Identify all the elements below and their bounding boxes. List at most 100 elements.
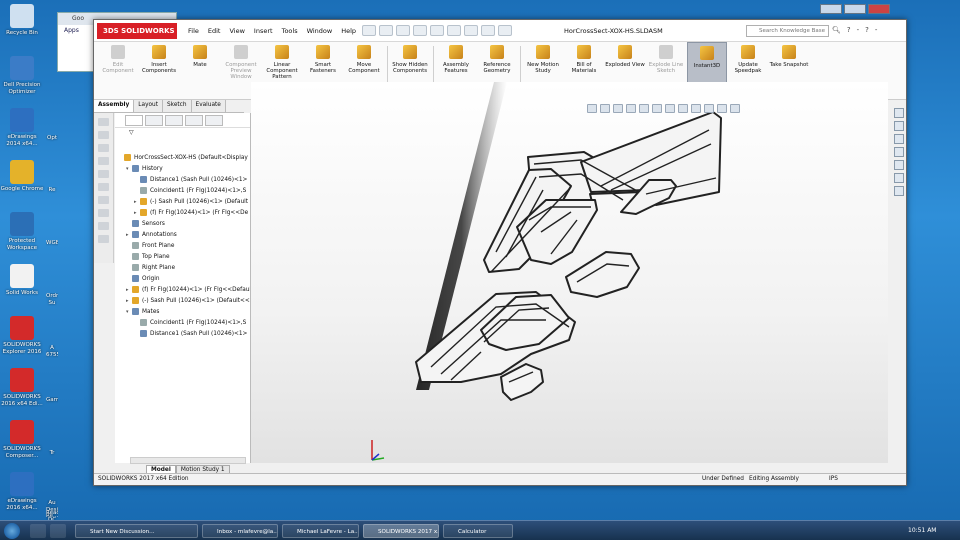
property-manager-tab-icon[interactable] xyxy=(145,115,163,126)
search-icon[interactable]: 🔍︎ xyxy=(832,26,841,34)
tree-item[interactable]: ▾ Mates xyxy=(126,307,159,317)
tree-item[interactable]: Right Plane xyxy=(126,263,175,273)
maximize-button[interactable] xyxy=(844,4,866,14)
menu-item-edit[interactable]: Edit xyxy=(208,27,221,35)
custom-properties-icon[interactable] xyxy=(894,186,904,196)
help-icon[interactable]: ? xyxy=(847,26,851,34)
desktop-icon[interactable]: SOLIDWORKS Explorer 2016 xyxy=(0,316,44,355)
ribbon-button[interactable]: Edit Component xyxy=(98,42,138,99)
tool-icon[interactable] xyxy=(98,235,109,243)
desktop-icon-label-partial[interactable]: Opt xyxy=(46,135,58,142)
help-menu-icon[interactable]: ? xyxy=(865,26,869,34)
tab-layout[interactable]: Layout xyxy=(134,100,163,112)
tree-item[interactable]: Distance1 (Sash Pull (10246)<1> xyxy=(134,175,247,185)
display-manager-tab-icon[interactable] xyxy=(205,115,223,126)
tool-icon[interactable] xyxy=(98,170,109,178)
tab-assembly[interactable]: Assembly xyxy=(94,100,135,112)
taskbar-item[interactable]: SOLIDWORKS 2017 x... xyxy=(363,524,439,538)
dynamic-annotation-icon[interactable] xyxy=(639,104,649,113)
filter-icon[interactable]: ▽ xyxy=(115,128,250,138)
clock[interactable]: 10:51 AM xyxy=(908,527,936,534)
view-orientation-icon[interactable] xyxy=(652,104,662,113)
minimize-icon[interactable]: - xyxy=(857,26,860,34)
folder-icon[interactable] xyxy=(50,524,66,538)
options-icon[interactable] xyxy=(498,25,512,36)
desktop-icon-label-partial[interactable]: Gami xyxy=(46,397,58,404)
desktop-icon[interactable]: Protected Workspace xyxy=(0,212,44,251)
minimize-button[interactable] xyxy=(820,4,842,14)
select-icon[interactable] xyxy=(447,25,461,36)
taskbar-item[interactable]: Michael LaFevre - La... xyxy=(282,524,359,538)
print-icon[interactable] xyxy=(413,25,427,36)
menu-item-window[interactable]: Window xyxy=(307,27,333,35)
search-knowledge-base-input[interactable]: Search Knowledge Base xyxy=(746,25,829,37)
desktop-icon[interactable]: eDrawings 2016 x64... xyxy=(0,472,44,511)
desktop-icon-label-partial[interactable]: Tr xyxy=(46,450,58,457)
taskbar-item[interactable]: Calculator xyxy=(443,524,513,538)
tab-sketch[interactable]: Sketch xyxy=(163,100,192,112)
design-library-icon[interactable] xyxy=(894,134,904,144)
edit-appearance-icon[interactable] xyxy=(691,104,701,113)
feature-manager-tab-icon[interactable] xyxy=(125,115,143,126)
desktop-icon[interactable]: SOLIDWORKS 2016 x64 Edi... xyxy=(0,368,44,407)
desktop-icon-label-partial[interactable]: Re xyxy=(46,187,58,194)
desktop-icon-label-partial[interactable]: WGB xyxy=(46,240,58,247)
ie-icon[interactable] xyxy=(30,524,46,538)
section-view-icon[interactable] xyxy=(626,104,636,113)
hide-show-items-icon[interactable] xyxy=(678,104,688,113)
tool-icon[interactable] xyxy=(98,196,109,204)
view-palette-icon[interactable] xyxy=(894,160,904,170)
zoom-to-fit-icon[interactable] xyxy=(587,104,597,113)
appearances-icon[interactable] xyxy=(894,173,904,183)
tree-scrollbar[interactable] xyxy=(130,457,246,464)
tree-item[interactable]: Origin xyxy=(126,274,160,284)
menu-item-tools[interactable]: Tools xyxy=(282,27,298,35)
new-document-icon[interactable] xyxy=(362,25,376,36)
tree-item[interactable]: ▸ Annotations xyxy=(126,230,177,240)
menu-item-file[interactable]: File xyxy=(188,27,199,35)
save-icon[interactable] xyxy=(396,25,410,36)
ribbon-button[interactable]: Mate xyxy=(180,42,220,99)
zoom-area-icon[interactable] xyxy=(600,104,610,113)
desktop-icon[interactable]: Dell Precision Optimizer xyxy=(0,56,44,95)
desktop-icon[interactable]: Solid Works xyxy=(0,264,44,297)
resources-icon[interactable] xyxy=(894,121,904,131)
file-properties-icon[interactable] xyxy=(481,25,495,36)
status-units[interactable]: IPS xyxy=(829,476,838,482)
menu-item-help[interactable]: Help xyxy=(341,27,356,35)
desktop-icon-label-partial[interactable]: Ordr Su xyxy=(46,293,58,306)
tool-icon[interactable] xyxy=(98,209,109,217)
close-button[interactable] xyxy=(868,4,890,14)
desktop-icon-label-partial[interactable]: A 6755 xyxy=(46,345,58,358)
tab-evaluate[interactable]: Evaluate xyxy=(191,100,226,112)
tree-item[interactable]: ▸ (-) Sash Pull (10246)<1> (Default xyxy=(134,197,248,207)
menu-item-insert[interactable]: Insert xyxy=(254,27,273,35)
file-explorer-icon[interactable] xyxy=(894,147,904,157)
display-style-icon[interactable] xyxy=(665,104,675,113)
solidworks-logo[interactable]: 3DS SOLIDWORKS xyxy=(97,23,177,39)
taskbar-item[interactable]: Inbox - mlafevre@la... xyxy=(202,524,278,538)
rebuild-icon[interactable] xyxy=(464,25,478,36)
taskbar-item[interactable]: Start New Discussion... xyxy=(75,524,198,538)
tool-icon[interactable] xyxy=(98,118,109,126)
tree-item[interactable]: ▸ (f) Fr Flg(10244)<1> (Fr Flg<<Default xyxy=(126,285,250,295)
configuration-manager-tab-icon[interactable] xyxy=(165,115,183,126)
ribbon-button[interactable]: Insert Components xyxy=(139,42,179,99)
collapse-icon[interactable]: - xyxy=(875,26,878,34)
desktop-icon[interactable]: eDrawings 2014 x64... xyxy=(0,108,44,147)
tree-item[interactable]: ▾ History xyxy=(126,164,163,174)
apply-scene-icon[interactable] xyxy=(704,104,714,113)
tree-item[interactable]: ▸ (-) Sash Pull (10246)<1> (Default<<D xyxy=(126,296,250,306)
home-icon[interactable] xyxy=(894,108,904,118)
view-settings-icon[interactable] xyxy=(717,104,727,113)
tool-icon[interactable] xyxy=(98,222,109,230)
tool-icon[interactable] xyxy=(98,183,109,191)
tree-item[interactable]: Coincident1 (Fr Flg(10244)<1>,S xyxy=(134,318,246,328)
open-icon[interactable] xyxy=(379,25,393,36)
tool-icon[interactable] xyxy=(98,144,109,152)
tree-item[interactable]: Front Plane xyxy=(126,241,174,251)
tree-item[interactable]: Coincident1 (Fr Flg(10244)<1>,S xyxy=(134,186,246,196)
previous-view-icon[interactable] xyxy=(613,104,623,113)
tree-item[interactable]: Top Plane xyxy=(126,252,170,262)
graphics-area[interactable] xyxy=(251,82,888,463)
